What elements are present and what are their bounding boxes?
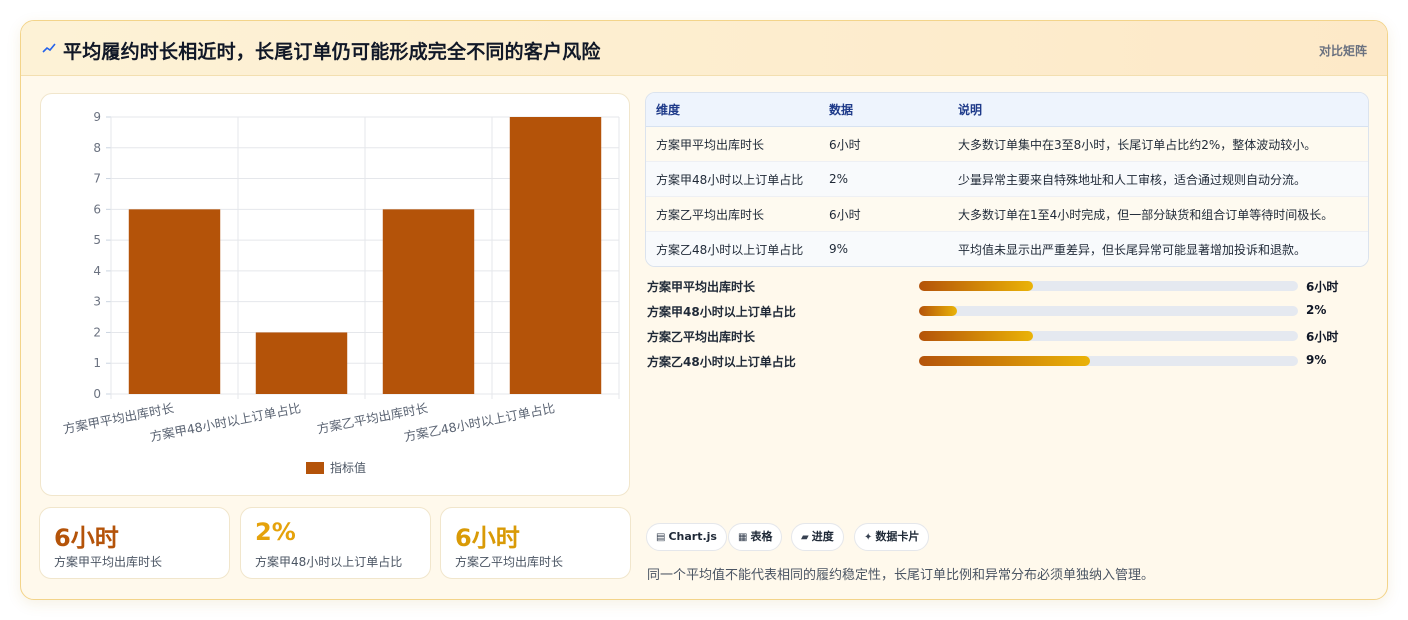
table-cell: 少量异常主要来自特殊地址和人工审核，适合通过规则自动分流。 [948,161,1368,197]
table-row: 方案甲48小时以上订单占比 2% 少量异常主要来自特殊地址和人工审核，适合通过规… [646,161,1368,197]
table-cell: 9% [819,231,948,266]
chart-trend-icon [42,43,56,53]
chip-table[interactable]: ▦ 表格 [728,523,783,551]
table-cell: 方案甲平均出库时长 [646,126,819,162]
table-cell: 平均值未显示出严重差异，但长尾异常可能显著增加投诉和退款。 [948,231,1368,266]
table-cell: 大多数订单集中在3至8小时，长尾订单占比约2%，整体波动较小。 [948,126,1368,162]
comparison-card: 平均履约时长相近时，长尾订单仍可能形成完全不同的客户风险 对比矩阵 0 1 2 3 4 5… [20,20,1388,600]
chart-icon: ▤ [656,532,666,543]
data-table: 维度 数据 说明 方案甲平均出库时长 6小时 大多数订单集中在3至8小时，长尾订… [645,92,1369,267]
chip-label: 表格 [750,530,773,543]
table-row: 方案甲平均出库时长 6小时 大多数订单集中在3至8小时，长尾订单占比约2%，整体… [646,126,1368,162]
y-tick-label: 5 [93,233,101,247]
table-cell: 方案甲48小时以上订单占比 [646,161,819,197]
chip-label: Chart.js [668,530,717,543]
y-tick-label: 0 [93,387,101,401]
table-cell: 6小时 [819,196,948,232]
progress-fill [919,356,1090,366]
progress-label: 方案乙48小时以上订单占比 [647,355,796,369]
sparkle-icon: ✦ [864,532,873,543]
column-header: 维度 [646,93,819,127]
kpi-card: 6小时 方案甲平均出库时长 [39,507,230,579]
y-tick-label: 8 [93,141,101,155]
progress-value: 6小时 [1306,330,1339,344]
bar [382,209,475,394]
progress-track [919,281,1298,291]
bar-chart: 0123456789方案甲平均出库时长方案甲48小时以上订单占比 方案乙平均出库时… [62,110,620,475]
progress-fill [919,331,1033,341]
kpi-label: 方案甲48小时以上订单占比 [255,555,403,569]
progress-row: 方案甲48小时以上订单占比 2% [647,301,1347,321]
table-cell: 大多数订单在1至4小时完成，但一部分缺货和组合订单等待时间极长。 [948,196,1368,232]
chip-label: 数据卡片 [875,530,920,543]
column-header: 说明 [948,93,1368,127]
kpi-value: 6小时 [54,524,119,552]
kpi-label: 方案甲平均出库时长 [54,555,163,569]
column-header: 数据 [819,93,948,127]
progress-row: 方案乙平均出库时长 6小时 [647,326,1347,346]
progress-label: 方案甲平均出库时长 [647,280,756,294]
progress-row: 方案乙48小时以上订单占比 9% [647,351,1347,371]
progress-track [919,356,1298,366]
kpi-value: 2% [255,518,296,546]
progress-fill [919,306,957,316]
chip-data-cards[interactable]: ✦ 数据卡片 [854,523,930,551]
card-header: 平均履约时长相近时，长尾订单仍可能形成完全不同的客户风险 对比矩阵 [21,21,1387,76]
table-cell: 方案乙48小时以上订单占比 [646,231,819,266]
chip-progress[interactable]: ▰ 进度 [791,523,844,551]
table-cell: 方案乙平均出库时长 [646,196,819,232]
y-tick-label: 3 [93,295,101,309]
kpi-card: 2% 方案甲48小时以上订单占比 [240,507,431,579]
y-tick-label: 1 [93,356,101,370]
y-tick-label: 7 [93,172,101,186]
progress-icon: ▰ [801,532,809,543]
progress-fill [919,281,1033,291]
progress-value: 6小时 [1306,280,1339,294]
kpi-value: 6小时 [455,524,520,552]
header-tag: 对比矩阵 [1318,44,1367,58]
y-tick-label: 4 [93,264,101,278]
progress-value: 9% [1306,353,1327,367]
footnote: 同一个平均值不能代表相同的履约稳定性，长尾订单比例和异常分布必须单独纳入管理。 [647,568,1155,583]
kpi-label: 方案乙平均出库时长 [455,555,564,569]
y-tick-label: 9 [93,110,101,124]
table-icon: ▦ [738,532,748,543]
legend-swatch [306,462,324,474]
legend-label: 指标值 [330,460,366,475]
table-row: 方案乙48小时以上订单占比 9% 平均值未显示出严重差异，但长尾异常可能显著增加… [646,231,1368,266]
table-cell: 2% [819,161,948,197]
table-row: 方案乙平均出库时长 6小时 大多数订单在1至4小时完成，但一部分缺货和组合订单等… [646,196,1368,232]
bar-chart-panel: 0 1 2 3 4 5 6 7 8 9 方案甲平均出库时长 方案甲48小时以上订单占比 方案乙平均出库时… [40,93,630,496]
progress-label: 方案甲48小时以上订单占比 [647,305,796,319]
y-tick-label: 6 [93,202,101,216]
bar [128,209,221,394]
progress-track [919,306,1298,316]
table-cell: 6小时 [819,126,948,162]
progress-value: 2% [1306,303,1327,317]
bar [255,332,348,394]
progress-row: 方案甲平均出库时长 6小时 [647,276,1347,296]
bar [509,117,602,394]
chip-label: 进度 [811,530,834,543]
progress-track [919,331,1298,341]
table-header-row: 维度 数据 说明 [646,93,1368,127]
kpi-card: 6小时 方案乙平均出库时长 [440,507,631,579]
chip-chartjs[interactable]: ▤ Chart.js [646,523,727,551]
y-tick-label: 2 [93,325,101,339]
progress-label: 方案乙平均出库时长 [647,330,756,344]
page-title: 平均履约时长相近时，长尾订单仍可能形成完全不同的客户风险 [63,41,601,63]
